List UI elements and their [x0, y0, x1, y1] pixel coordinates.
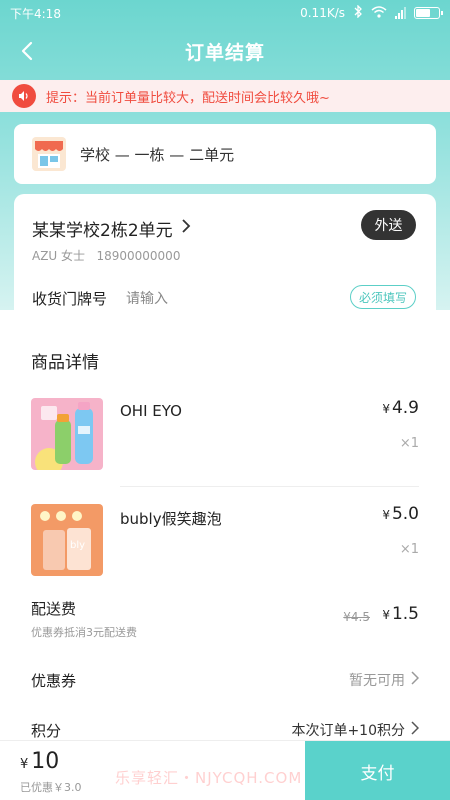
school-address: 学校 — 一栋 — 二单元 — [80, 145, 235, 164]
school-selector[interactable]: 学校 — 一栋 — 二单元 — [14, 124, 436, 184]
speaker-icon — [12, 84, 36, 108]
address-selector[interactable]: 某某学校2栋2单元 — [32, 216, 191, 241]
notice-text: 提示：当前订单量比较大，配送时间会比较久哦~ — [46, 90, 330, 106]
signal-icon — [395, 7, 406, 19]
list-item: bly bubly假笑趣泡 ¥5.0 ×1 — [31, 504, 419, 576]
delivery-fee-price: ¥1.5 — [382, 604, 419, 624]
discount-total: 已优惠￥3.0 — [20, 781, 82, 794]
door-number-label: 收货门牌号 — [32, 290, 108, 308]
contact-info: AZU 女士 18900000000 — [32, 249, 181, 263]
product-quantity: ×1 — [399, 542, 419, 557]
product-image — [31, 398, 103, 470]
shop-icon — [30, 135, 68, 173]
delivery-mode-button[interactable]: 外送 — [361, 210, 416, 240]
product-name: bubly假笑趣泡 — [120, 510, 222, 528]
wifi-icon — [371, 5, 387, 21]
bluetooth-icon — [353, 4, 363, 21]
door-number-input[interactable]: 请输入 — [126, 288, 168, 308]
battery-icon — [414, 7, 443, 19]
network-speed: 0.11K/s — [300, 6, 345, 20]
status-bar: 下午4:18 0.11K/s — [0, 0, 450, 26]
chevron-right-icon — [411, 671, 420, 689]
required-badge: 必须填写 — [349, 285, 416, 309]
product-price: ¥5.0 — [382, 504, 419, 524]
chevron-right-icon — [411, 721, 420, 739]
checkout-bar: ¥10 已优惠￥3.0 乐享轻汇・NJYCQH.COM 支付 — [0, 740, 450, 800]
section-title: 商品详情 — [31, 353, 99, 373]
points-selector[interactable]: 本次订单+10积分 — [291, 720, 420, 740]
product-quantity: ×1 — [399, 436, 419, 451]
list-item: OHI EYO ¥4.9 ×1 — [31, 398, 419, 470]
coupon-selector[interactable]: 暂无可用 — [349, 670, 420, 690]
address-title: 某某学校2栋2单元 — [32, 221, 173, 241]
coupon-value: 暂无可用 — [349, 673, 405, 689]
points-value: 本次订单+10积分 — [291, 723, 405, 739]
chevron-right-icon — [181, 218, 191, 239]
product-price: ¥4.9 — [382, 398, 419, 418]
points-label: 积分 — [31, 722, 62, 740]
page-title: 订单结算 — [184, 41, 265, 64]
watermark: 乐享轻汇・NJYCQH.COM — [115, 769, 303, 787]
delivery-fee-original: ¥4.5 — [343, 610, 370, 624]
notice-bar: 提示：当前订单量比较大，配送时间会比较久哦~ — [0, 80, 450, 112]
status-time: 下午4:18 — [10, 6, 61, 21]
pay-button[interactable]: 支付 — [305, 741, 450, 800]
order-details: 商品详情 OHI EYO ¥4.9 ×1 bly bubly假笑趣泡 ¥ 5.0… — [0, 310, 450, 740]
divider — [120, 486, 419, 487]
coupon-label: 优惠券 — [31, 672, 77, 690]
delivery-fee-note: 优惠券抵消3元配送费 — [31, 626, 137, 639]
product-image: bly — [31, 504, 103, 576]
total-price: ¥10 — [20, 749, 60, 774]
address-card: 某某学校2栋2单元 AZU 女士 18900000000 外送 收货门牌号 请输… — [14, 194, 436, 324]
delivery-fee-label: 配送费 — [31, 600, 77, 618]
back-icon[interactable] — [16, 39, 40, 63]
nav-bar: 订单结算 — [0, 26, 450, 76]
product-name: OHI EYO — [120, 402, 182, 420]
svg-text:bly: bly — [70, 540, 85, 551]
